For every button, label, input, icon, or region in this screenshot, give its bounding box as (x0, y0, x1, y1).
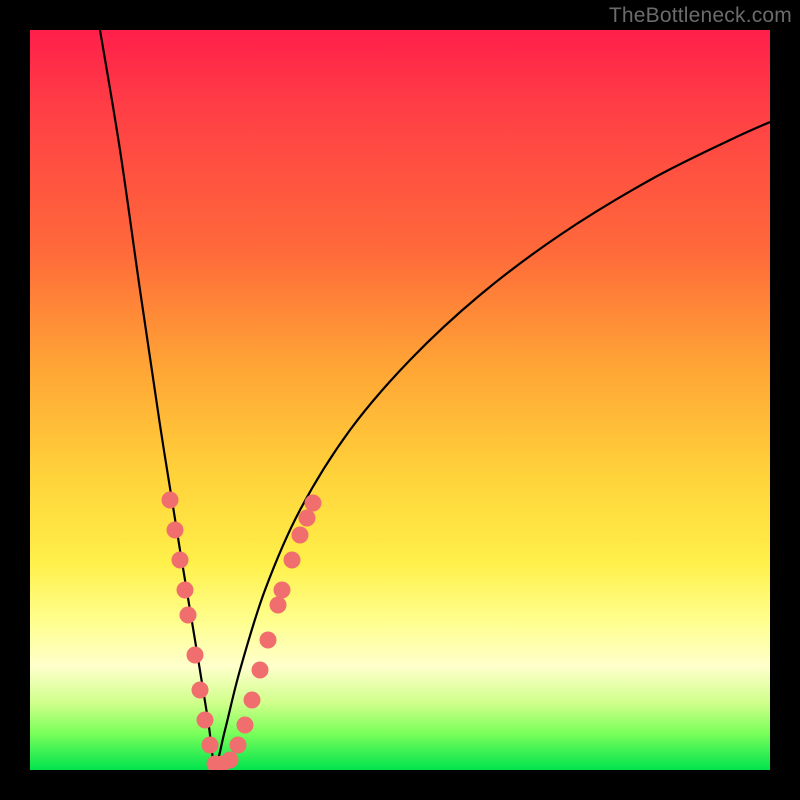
curve-marker (244, 692, 261, 709)
curve-marker (270, 597, 287, 614)
curve-marker (162, 492, 179, 509)
curve-marker (177, 582, 194, 599)
watermark-text: TheBottleneck.com (609, 4, 792, 28)
curve-marker (202, 737, 219, 754)
curve-marker (222, 752, 239, 769)
chart-frame: TheBottleneck.com (0, 0, 800, 800)
curve-marker (192, 682, 209, 699)
curve-marker-group (162, 492, 322, 771)
curve-marker (260, 632, 277, 649)
curve-marker (197, 712, 214, 729)
curve-marker (237, 717, 254, 734)
curve-marker (274, 582, 291, 599)
curve-marker (230, 737, 247, 754)
curve-marker (299, 510, 316, 527)
plot-area (30, 30, 770, 770)
curve-marker (252, 662, 269, 679)
curve-marker (284, 552, 301, 569)
curve-marker (167, 522, 184, 539)
chart-svg (30, 30, 770, 770)
curve-marker (292, 527, 309, 544)
curve-marker (187, 647, 204, 664)
curve-marker (172, 552, 189, 569)
curve-marker (180, 607, 197, 624)
curve-marker (305, 495, 322, 512)
